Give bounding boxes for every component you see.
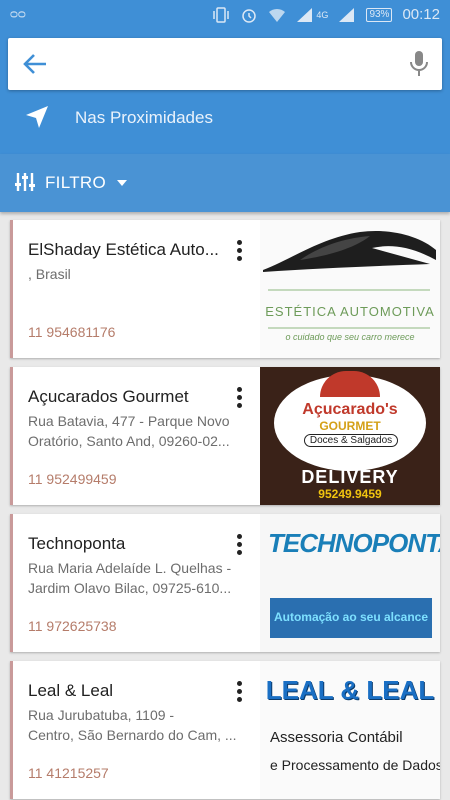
logo-text: GOURMET [319,419,381,433]
item-address: Rua Maria Adelaíde L. Quelhas - Jardim O… [28,560,232,596]
business-logo: Açucarado's GOURMET Doces & Salgados DEL… [260,367,440,505]
logo-text: DELIVERY [301,467,399,487]
logo-text: Automação ao seu alcance [273,610,429,624]
item-phone[interactable]: 11 972625738 [28,618,117,634]
list-item[interactable]: Technoponta Rua Maria Adelaíde L. Quelha… [10,514,440,652]
nearby-button[interactable]: Nas Proximidades [0,96,450,140]
logo-text: e Processamento de Dados [270,757,440,773]
item-address: , Brasil [28,266,71,282]
logo-text: ESTÉTICA AUTOMOTIVA [265,304,435,319]
list-item[interactable]: Açucarados Gourmet Rua Batavia, 477 - Pa… [10,367,440,505]
network-type: 4G [316,9,329,20]
more-options-icon[interactable] [235,681,243,703]
item-phone[interactable]: 11 41215257 [28,765,109,781]
clock: 00:12 [402,6,440,23]
list-item[interactable]: Leal & Leal Rua Jurubatuba, 1109 - Centr… [10,661,440,799]
cupcake-icon [320,371,380,397]
item-title: ElShaday Estética Auto... [28,240,219,259]
business-logo: ESTÉTICA AUTOMOTIVA o cuidado que seu ca… [260,220,440,358]
filter-bar[interactable]: FILTRO [0,154,450,212]
filter-tune-icon [15,173,35,191]
item-title: Technoponta [28,534,126,553]
nearby-label: Nas Proximidades [75,108,213,127]
logo-text: Assessoria Contábil [270,729,403,746]
back-arrow-icon[interactable] [22,52,48,76]
logo-text: 95249.9459 [318,487,382,501]
svg-text:ᴑᴑ: ᴑᴑ [10,6,26,20]
navigation-arrow-icon [26,106,48,128]
logo-text: Doces & Salgados [304,434,398,447]
item-phone[interactable]: 11 952499459 [28,471,117,487]
logo-text: LEAL & LEAL [265,675,435,705]
battery-indicator: 93% [366,7,393,22]
cloud-icon: ᴑᴑ [10,6,30,23]
item-phone[interactable]: 11 954681176 [28,324,115,340]
business-logo: TECHNOPONTA Automação ao seu alcance [260,514,440,652]
microphone-icon[interactable] [408,50,430,78]
search-box [8,38,442,90]
item-address: Rua Jurubatuba, 1109 - Centro, São Berna… [28,707,237,743]
alarm-icon [242,8,257,23]
more-options-icon[interactable] [235,387,243,409]
logo-text: o cuidado que seu carro merece [285,332,415,342]
signal-icon [297,7,313,22]
more-options-icon[interactable] [235,534,243,556]
dropdown-caret-icon [117,180,127,186]
business-logo: LEAL & LEAL Assessoria Contábil e Proces… [260,661,440,799]
list-item[interactable]: ElShaday Estética Auto... , Brasil 11 95… [10,220,440,358]
signal-icon-2 [339,7,355,22]
search-input[interactable] [64,48,388,82]
filter-label: FILTRO [45,173,106,192]
item-title: Açucarados Gourmet [28,387,189,406]
status-bar: ᴑᴑ 4G 93% 00:12 [0,0,450,30]
item-title: Leal & Leal [28,681,114,700]
logo-text: Açucarado's [302,401,398,418]
app-bar: Nas Proximidades [0,30,450,154]
vibrate-icon [213,6,230,23]
item-address: Rua Batavia, 477 - Parque Novo Oratório,… [28,413,230,449]
wifi-icon [269,8,286,22]
more-options-icon[interactable] [235,240,243,262]
logo-text: TECHNOPONTA [268,528,440,558]
